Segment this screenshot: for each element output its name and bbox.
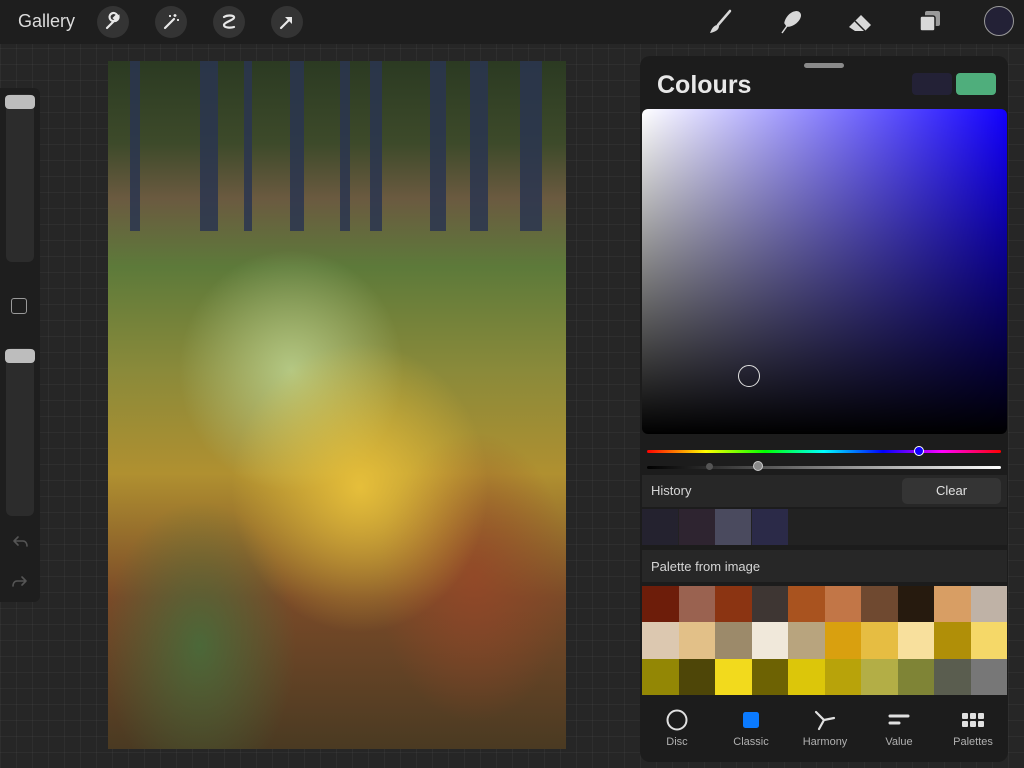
brush-opacity-slider[interactable] [5,348,35,516]
secondary-color-swatch[interactable] [912,73,952,95]
value-slider[interactable] [647,466,1001,469]
palette-swatch[interactable] [824,658,861,695]
brush-size-thumb[interactable] [5,95,35,109]
undo-icon[interactable] [10,534,30,550]
redo-icon[interactable] [10,574,30,590]
palette-swatch[interactable] [678,622,715,659]
artwork-canvas[interactable] [108,61,566,749]
palette-swatch[interactable] [788,586,825,623]
history-swatch[interactable] [642,509,678,545]
palette-swatch[interactable] [642,586,679,623]
hue-slider[interactable] [647,450,1001,453]
palette-header: Palette from image [642,550,1007,582]
history-swatch[interactable] [678,509,715,545]
classic-square-icon [739,708,763,732]
palette-swatch[interactable] [897,622,934,659]
tab-disc[interactable]: Disc [640,700,714,762]
palette-swatch[interactable] [715,622,752,659]
colours-panel: Colours History Clear Palette from image… [640,56,1008,762]
selection-icon[interactable] [213,6,245,38]
tab-label: Harmony [802,736,848,748]
tab-label: Value [885,736,913,748]
wrench-icon[interactable] [97,6,129,38]
palette-swatch[interactable] [642,622,679,659]
palette-swatch[interactable] [788,658,825,695]
history-swatch[interactable] [715,509,751,545]
smudge-icon[interactable] [774,6,806,38]
panel-title: Colours [657,71,752,99]
palette-label: Palette from image [651,559,761,574]
palette-swatch[interactable] [678,658,715,695]
history-label: History [651,483,692,498]
palette-swatch[interactable] [970,622,1007,659]
brush-size-slider[interactable] [5,94,35,262]
palette-swatch[interactable] [861,658,898,695]
history-header: History Clear [642,475,1007,507]
tree-trunk [430,61,446,231]
brush-opacity-thumb[interactable] [5,349,35,363]
current-color-button[interactable] [984,6,1014,36]
palette-swatch[interactable] [642,658,679,695]
palette-swatch[interactable] [934,622,971,659]
palette-swatch[interactable] [934,586,971,623]
palette-swatch[interactable] [824,622,861,659]
tree-trunk [470,61,488,231]
panel-grabber[interactable] [804,63,844,68]
palette-swatch[interactable] [751,586,788,623]
value-slider-knob[interactable] [753,461,763,471]
tab-value[interactable]: Value [862,700,936,762]
transform-arrow-icon[interactable] [271,6,303,38]
value-sliders-icon [887,708,911,732]
saturation-brightness-picker[interactable] [642,109,1007,434]
tree-trunk [290,61,304,231]
color-mode-tabs: Disc Classic Harmony Value Palettes [640,700,1008,762]
tree-trunk [244,61,252,231]
eraser-icon[interactable] [844,6,876,38]
palette-swatch[interactable] [715,658,752,695]
palette-swatch[interactable] [934,658,971,695]
disc-icon [665,708,689,732]
palette-swatch[interactable] [788,622,825,659]
hue-slider-knob[interactable] [914,446,924,456]
tree-trunk [200,61,218,231]
gallery-button[interactable]: Gallery [18,11,75,32]
tree-trunk [520,61,542,231]
tab-label: Classic [733,736,769,748]
left-sidebar [0,88,40,602]
palette-swatch[interactable] [824,586,861,623]
color-picker-cursor[interactable] [738,365,760,387]
top-toolbar: Gallery [0,0,1024,44]
tab-harmony[interactable]: Harmony [788,700,862,762]
palette-swatch[interactable] [861,622,898,659]
history-swatch[interactable] [751,509,788,545]
modify-button[interactable] [11,298,27,314]
magic-wand-icon[interactable] [155,6,187,38]
tab-label: Disc [666,736,688,748]
palette-swatch[interactable] [751,658,788,695]
tab-palettes[interactable]: Palettes [936,700,1010,762]
palette-swatch[interactable] [897,586,934,623]
history-swatches [642,509,1007,545]
palette-grid [642,586,1007,695]
value-slider-marker [706,463,713,470]
harmony-icon [813,708,837,732]
primary-color-swatch[interactable] [956,73,996,95]
tree-trunk [340,61,350,231]
layers-icon[interactable] [914,6,946,38]
palette-swatch[interactable] [970,658,1007,695]
tree-trunk [370,61,382,231]
palettes-grid-icon [961,708,985,732]
brush-icon[interactable] [704,6,736,38]
tab-classic[interactable]: Classic [714,700,788,762]
palette-swatch[interactable] [861,586,898,623]
palette-swatch[interactable] [678,586,715,623]
tab-label: Palettes [953,736,993,748]
tree-trunk [130,61,140,231]
palette-swatch[interactable] [897,658,934,695]
clear-history-button[interactable]: Clear [902,478,1001,504]
palette-swatch[interactable] [751,622,788,659]
palette-swatch[interactable] [970,586,1007,623]
palette-swatch[interactable] [715,586,752,623]
